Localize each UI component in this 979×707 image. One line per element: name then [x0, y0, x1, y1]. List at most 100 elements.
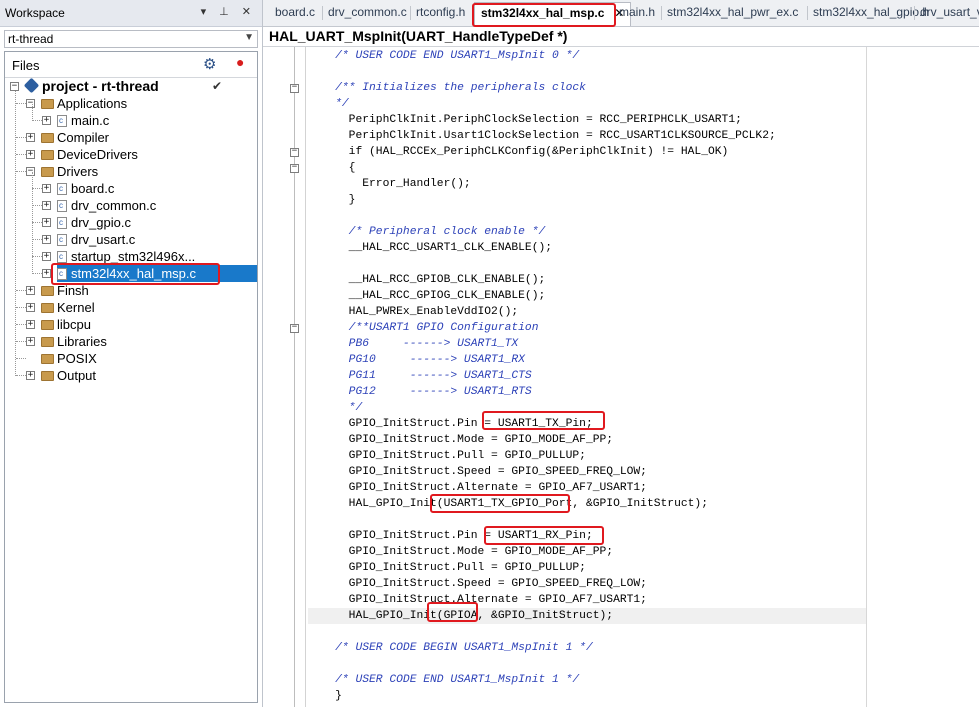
tree-item-label: libcpu — [57, 317, 91, 332]
tree-item-label: Output — [57, 368, 97, 383]
code-line[interactable]: Error_Handler(); — [308, 176, 470, 192]
code-line[interactable]: GPIO_InitStruct.Mode = GPIO_MODE_AF_PP; — [308, 432, 613, 448]
check-icon: ✔ — [212, 79, 223, 93]
code-line[interactable]: /* USER CODE END USART1_MspInit 1 */ — [308, 672, 579, 688]
function-navigation-bar[interactable]: HAL_UART_MspInit(UART_HandleTypeDef *) — [263, 27, 979, 47]
code-line[interactable]: PeriphClkInit.PeriphClockSelection = RCC… — [308, 112, 742, 128]
code-line[interactable]: GPIO_InitStruct.Pull = GPIO_PULLUP; — [308, 560, 586, 576]
collapse-icon[interactable]: − — [26, 99, 35, 108]
code-editor[interactable]: /* USER CODE END USART1_MspInit 0 */ /**… — [263, 47, 979, 707]
expand-icon[interactable]: + — [26, 286, 35, 295]
tab-label: board.c — [275, 5, 316, 19]
code-line[interactable]: /* Peripheral clock enable */ — [308, 224, 546, 240]
tab-drv-common-c[interactable]: drv_common.c — [328, 5, 407, 19]
tree-connector — [16, 375, 26, 376]
code-line[interactable]: __HAL_RCC_GPIOG_CLK_ENABLE(); — [308, 288, 546, 304]
c-file-icon — [57, 112, 67, 129]
tab-board-c[interactable]: board.c — [275, 5, 315, 19]
code-line[interactable]: /* USER CODE BEGIN USART1_MspInit 1 */ — [308, 640, 593, 656]
expand-icon[interactable]: + — [26, 320, 35, 329]
tree-connector — [32, 222, 42, 223]
code-line[interactable]: if (HAL_RCCEx_PeriphCLKConfig(&PeriphClk… — [308, 144, 729, 160]
tab-main-h[interactable]: main.h — [619, 5, 655, 19]
code-line[interactable]: PB6 ------> USART1_TX — [308, 336, 519, 352]
expand-icon[interactable]: + — [42, 116, 51, 125]
code-line[interactable]: PG11 ------> USART1_CTS — [308, 368, 532, 384]
tab-separator — [914, 6, 915, 20]
status-dot-icon: ● — [236, 54, 245, 70]
expand-icon[interactable]: + — [26, 337, 35, 346]
highlight-box-active-tab — [472, 3, 616, 27]
right-margin-guide — [866, 47, 867, 707]
expand-icon[interactable]: + — [42, 184, 51, 193]
expand-icon[interactable]: + — [42, 218, 51, 227]
folder-icon — [41, 354, 54, 364]
highlight-box-rx-pin — [484, 526, 604, 545]
tree-connector — [16, 154, 26, 155]
tree-connector — [32, 104, 33, 121]
config-select[interactable]: rt-thread ▼ — [4, 30, 258, 48]
tree-item-label: drv_gpio.c — [71, 215, 131, 230]
collapse-icon[interactable]: − — [10, 82, 19, 91]
code-line[interactable]: GPIO_InitStruct.Mode = GPIO_MODE_AF_PP; — [308, 544, 613, 560]
code-line[interactable]: } — [308, 192, 356, 208]
collapse-icon[interactable]: − — [26, 167, 35, 176]
code-line[interactable]: PG10 ------> USART1_RX — [308, 352, 525, 368]
tree-project-root[interactable]: − project - rt-thread ✔ — [10, 77, 222, 95]
tab-separator — [322, 6, 323, 20]
tab-drv-usart-v2[interactable]: drv_usart_v2... — [920, 5, 979, 19]
fold-toggle-icon[interactable]: − — [290, 83, 299, 93]
code-line[interactable]: PG12 ------> USART1_RTS — [308, 384, 532, 400]
code-line[interactable]: */ — [308, 400, 363, 416]
workspace-panel: Workspace ▾ ⊥ ✕ rt-thread ▼ Files ⚙ ● − p… — [0, 0, 262, 707]
tab-label: main.h — [619, 5, 656, 19]
code-line[interactable]: __HAL_RCC_GPIOB_CLK_ENABLE(); — [308, 272, 546, 288]
folder-icon — [41, 133, 54, 143]
tree-item-label: Libraries — [57, 334, 107, 349]
code-line[interactable]: /** Initializes the peripherals clock — [308, 80, 586, 96]
expand-icon[interactable]: + — [26, 150, 35, 159]
tree-item-label: Kernel — [57, 300, 95, 315]
tree-item-label: startup_stm32l496x... — [71, 249, 196, 264]
tree-connector — [16, 324, 26, 325]
c-file-icon — [57, 180, 67, 197]
tree-item-label: Compiler — [57, 130, 110, 145]
folder-icon — [41, 337, 54, 347]
expand-icon[interactable]: + — [26, 371, 35, 380]
expand-icon[interactable]: + — [42, 235, 51, 244]
code-line[interactable]: /* USER CODE END USART1_MspInit 0 */ — [308, 48, 579, 64]
code-line[interactable]: GPIO_InitStruct.Speed = GPIO_SPEED_FREQ_… — [308, 576, 647, 592]
code-line[interactable]: { — [308, 160, 356, 176]
expand-icon[interactable]: + — [42, 269, 51, 278]
gear-icon[interactable]: ⚙ — [203, 55, 216, 73]
function-signature: HAL_UART_MspInit(UART_HandleTypeDef *) — [269, 28, 568, 44]
code-line[interactable]: */ — [308, 96, 349, 112]
tree-connector — [32, 273, 42, 274]
code-line[interactable]: /**USART1 GPIO Configuration — [308, 320, 539, 336]
fold-toggle-icon[interactable]: − — [290, 323, 299, 333]
code-line[interactable]: HAL_PWREx_EnableVddIO2(); — [308, 304, 519, 320]
code-line[interactable]: } — [308, 688, 342, 704]
tree-connector — [32, 172, 33, 274]
chevron-down-icon[interactable]: ▼ — [244, 32, 254, 43]
expand-icon[interactable]: + — [42, 252, 51, 261]
fold-toggle-icon[interactable]: − — [290, 147, 299, 157]
tab-stm32l4xx-hal-gpio-h[interactable]: stm32l4xx_hal_gpio.h — [813, 5, 929, 19]
code-line[interactable]: GPIO_InitStruct.Pull = GPIO_PULLUP; — [308, 448, 586, 464]
tab-rtconfig-h[interactable]: rtconfig.h — [416, 5, 465, 19]
expand-icon[interactable]: + — [26, 303, 35, 312]
code-line[interactable]: __HAL_RCC_USART1_CLK_ENABLE(); — [308, 240, 552, 256]
highlight-box-selected-file — [51, 263, 220, 285]
expand-icon[interactable]: + — [26, 133, 35, 142]
tree-connector — [32, 188, 42, 189]
fold-toggle-icon[interactable]: − — [290, 163, 299, 173]
tab-stm32l4xx-hal-pwr-ex-c[interactable]: stm32l4xx_hal_pwr_ex.c — [667, 5, 798, 19]
code-line[interactable]: PeriphClkInit.Usart1ClockSelection = RCC… — [308, 128, 776, 144]
workspace-window-buttons[interactable]: ▾ ⊥ ✕ — [201, 5, 256, 18]
folder-icon — [41, 320, 54, 330]
expand-icon[interactable]: + — [42, 201, 51, 210]
tree-connector — [15, 91, 16, 376]
tree-item-label: Applications — [57, 96, 128, 111]
project-label: project - rt-thread — [42, 78, 159, 94]
code-line[interactable]: GPIO_InitStruct.Speed = GPIO_SPEED_FREQ_… — [308, 464, 647, 480]
